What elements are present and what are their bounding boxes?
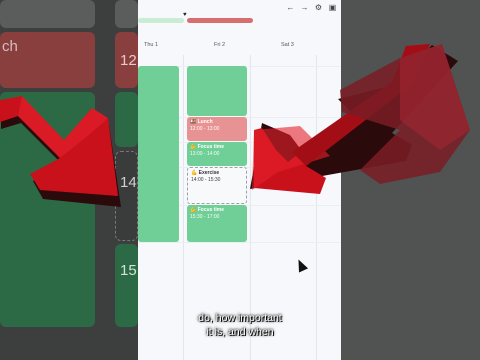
caption-line-2: it is, and when (206, 326, 274, 338)
video-frame: ch 12:00 14:3 15:2 ♥ ← → ⚙ ▣ Thu 1 Fri 2… (0, 0, 480, 360)
caption-line-1: do, how important (198, 312, 282, 324)
red-arrows-overlay (0, 44, 470, 207)
arrow-right-icon (0, 96, 121, 207)
